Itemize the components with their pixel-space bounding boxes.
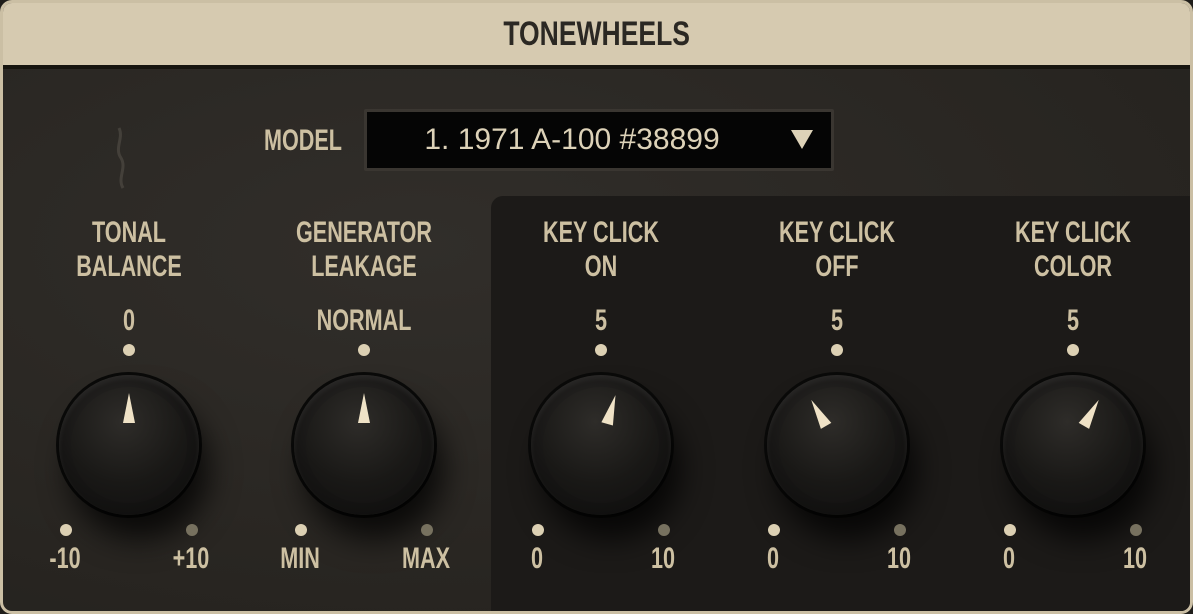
- min-indicator-dot: [1004, 524, 1016, 536]
- tonewheels-panel: TONEWHEELS MODEL 1. 1971 A-100 #38899 TO…: [0, 0, 1193, 614]
- min-indicator-dot: [768, 524, 780, 536]
- knob-pointer-icon: [123, 393, 135, 423]
- max-indicator-dot: [186, 524, 198, 536]
- center-indicator-dot: [1067, 344, 1079, 356]
- knob-pointer-icon: [806, 396, 832, 429]
- generator-leakage-knob[interactable]: [287, 368, 441, 522]
- panel-title: TONEWHEELS: [503, 14, 690, 53]
- knob-center-value: NORMAL: [316, 304, 412, 337]
- tonal-balance-knob[interactable]: [52, 368, 206, 522]
- max-indicator-dot: [421, 524, 433, 536]
- knob-pointer-icon: [1078, 396, 1104, 429]
- key-click-color-knob[interactable]: [996, 368, 1150, 522]
- knob-title-line2: OFF: [815, 250, 859, 283]
- knob-title-line2: ON: [584, 250, 618, 283]
- min-indicator-dot: [60, 524, 72, 536]
- model-selected-value: 1. 1971 A-100 #38899: [424, 123, 720, 156]
- knob-title-line2: COLOR: [1033, 250, 1112, 283]
- model-label: MODEL: [263, 124, 342, 157]
- chevron-down-icon[interactable]: [791, 130, 813, 149]
- min-indicator-dot: [295, 524, 307, 536]
- knob-min-label: 0: [530, 542, 544, 575]
- knob-center-value: 5: [1066, 304, 1080, 337]
- knob-max-label: MAX: [401, 542, 450, 575]
- center-indicator-dot: [358, 344, 370, 356]
- knob-pointer-icon: [358, 393, 370, 423]
- knob-min-label: 0: [766, 542, 780, 575]
- max-indicator-dot: [658, 524, 670, 536]
- knob-title-line2: LEAKAGE: [311, 250, 417, 283]
- center-indicator-dot: [831, 344, 843, 356]
- knob-title-line1: KEY CLICK: [778, 216, 896, 249]
- model-dropdown[interactable]: 1. 1971 A-100 #38899: [364, 109, 834, 171]
- knob-title-line2: BALANCE: [76, 250, 182, 283]
- knob-max-label: 10: [1122, 542, 1148, 575]
- min-indicator-dot: [532, 524, 544, 536]
- knob-center-value: 0: [122, 304, 136, 337]
- center-indicator-dot: [123, 344, 135, 356]
- knob-max-label: 10: [886, 542, 912, 575]
- knob-title-line1: KEY CLICK: [542, 216, 660, 249]
- key-click-off-knob[interactable]: [760, 368, 914, 522]
- knob-pointer-rotor: [294, 375, 434, 515]
- knob-min-label: 0: [1002, 542, 1016, 575]
- max-indicator-dot: [1130, 524, 1142, 536]
- knob-max-label: 10: [650, 542, 676, 575]
- center-indicator-dot: [595, 344, 607, 356]
- knob-min-label: MIN: [280, 542, 320, 575]
- knob-title-line1: TONAL: [91, 216, 167, 249]
- knob-min-label: -10: [49, 542, 81, 575]
- panel-header: TONEWHEELS: [3, 3, 1190, 69]
- knob-title-line1: KEY CLICK: [1014, 216, 1132, 249]
- knob-center-value: 5: [594, 304, 608, 337]
- knob-title-line1: GENERATOR: [295, 216, 433, 249]
- knob-pointer-rotor: [59, 375, 199, 515]
- max-indicator-dot: [894, 524, 906, 536]
- key-click-on-knob[interactable]: [524, 368, 678, 522]
- knob-pointer-icon: [601, 393, 622, 426]
- knob-center-value: 5: [830, 304, 844, 337]
- knob-max-label: +10: [172, 542, 210, 575]
- panel-scuff-mark: [116, 127, 125, 189]
